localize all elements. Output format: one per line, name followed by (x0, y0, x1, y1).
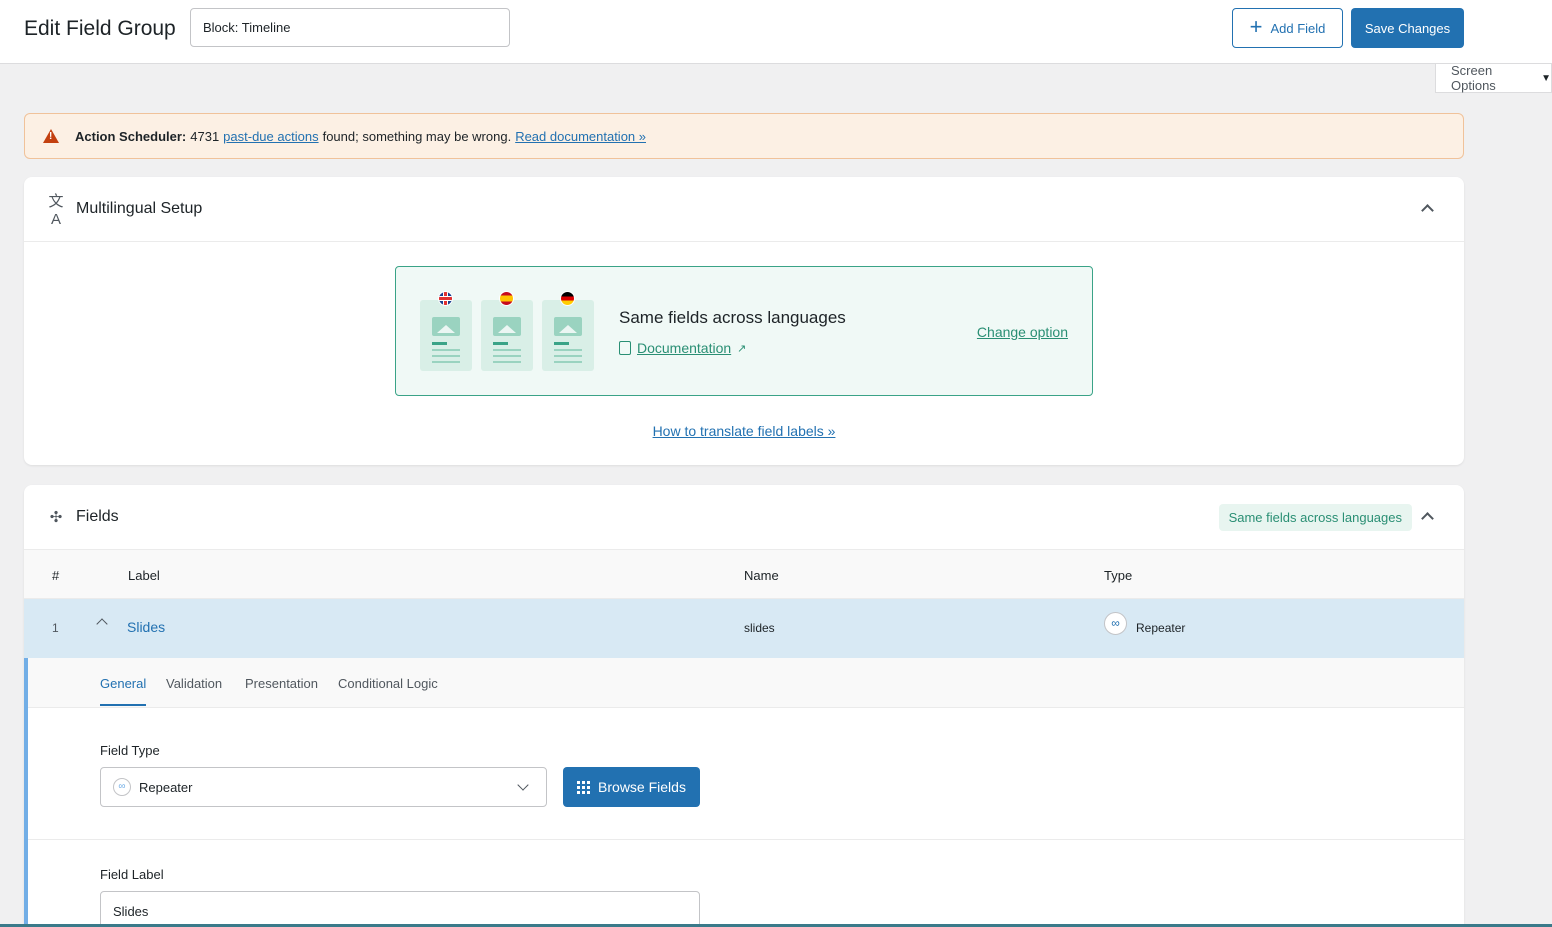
warning-icon (43, 129, 59, 143)
divider (28, 839, 1464, 840)
field-group-title-input[interactable] (190, 8, 510, 47)
notice-count: 4731 (190, 128, 220, 144)
language-mode-badge: Same fields across languages (1218, 504, 1412, 531)
tab-validation[interactable]: Validation (166, 676, 222, 704)
notice-prefix: Action Scheduler: (75, 128, 187, 144)
germany-flag-icon (560, 291, 575, 306)
field-order-number: 1 (52, 621, 59, 635)
field-label-link[interactable]: Slides (127, 619, 165, 635)
column-type: Type (1104, 568, 1133, 583)
column-label: Label (128, 568, 160, 583)
fields-panel-header[interactable]: ✣ Fields Same fields across languages (24, 485, 1464, 550)
field-label-input[interactable] (100, 891, 700, 927)
browse-fields-button[interactable]: Browse Fields (563, 767, 700, 807)
tab-conditional-logic[interactable]: Conditional Logic (338, 676, 438, 704)
action-scheduler-notice: Action Scheduler: 4731 past-due actions … (24, 113, 1464, 159)
fields-table-header: # Label Name Type (24, 550, 1464, 599)
field-settings: General Validation Presentation Conditio… (24, 658, 1464, 927)
field-name: slides (744, 621, 775, 635)
external-link-icon: ↗ (737, 342, 747, 355)
documentation-label: Documentation (637, 340, 732, 356)
documentation-link[interactable]: Documentation ↗ (619, 340, 746, 356)
chevron-up-icon[interactable] (96, 618, 108, 630)
notice-message: found; something may be wrong. (322, 128, 512, 144)
table-row[interactable]: 1 Slides slides ∞ Repeater (24, 599, 1464, 658)
column-name: Name (744, 568, 779, 583)
multilingual-setup-panel: 文A Multilingual Setup Same fields across… (24, 177, 1464, 465)
page-title: Edit Field Group (24, 17, 176, 40)
puzzle-icon: ✣ (49, 509, 63, 526)
multilingual-title: Multilingual Setup (76, 200, 203, 217)
repeater-icon: ∞ (113, 778, 131, 796)
read-documentation-link[interactable]: Read documentation » (515, 129, 646, 144)
change-option-link[interactable]: Change option (977, 324, 1068, 340)
column-number: # (52, 568, 60, 583)
field-type-label: Field Type (100, 743, 160, 758)
browse-fields-label: Browse Fields (598, 779, 686, 795)
past-due-actions-link[interactable]: past-due actions (223, 129, 318, 144)
chevron-down-icon (517, 779, 529, 791)
screen-options-label: Screen Options (1451, 63, 1496, 93)
spain-flag-icon (499, 291, 514, 306)
caret-down-icon: ▼ (1541, 72, 1551, 84)
how-to-translate-link[interactable]: How to translate field labels » (24, 423, 1464, 439)
top-bar: Edit Field Group + Add Field Save Change… (0, 0, 1552, 64)
document-illustration (542, 291, 594, 371)
plus-icon: + (1249, 14, 1263, 39)
tab-presentation[interactable]: Presentation (245, 676, 318, 704)
field-type: Repeater (1136, 621, 1186, 635)
uk-flag-icon (438, 291, 453, 306)
tab-general[interactable]: General (100, 676, 147, 706)
save-changes-button[interactable]: Save Changes (1351, 8, 1464, 48)
chevron-up-icon[interactable] (1421, 512, 1434, 525)
document-illustration (420, 291, 472, 371)
multilingual-panel-header[interactable]: 文A Multilingual Setup (24, 177, 1464, 242)
translate-icon: 文A (48, 193, 64, 228)
settings-tabs: General Validation Presentation Conditio… (28, 658, 1464, 708)
add-field-button[interactable]: + Add Field (1232, 8, 1343, 48)
add-field-label: Add Field (1270, 20, 1326, 36)
field-label-heading: Field Label (100, 867, 164, 882)
language-option-card: Same fields across languages Documentati… (395, 266, 1093, 396)
repeater-icon: ∞ (1104, 612, 1127, 635)
field-type-value: Repeater (139, 779, 193, 795)
grid-icon (577, 780, 591, 794)
fields-title: Fields (76, 508, 119, 525)
document-illustration (481, 291, 533, 371)
language-option-title: Same fields across languages (619, 308, 846, 327)
document-icon (619, 341, 631, 355)
screen-options-button[interactable]: Screen Options ▼ (1435, 63, 1552, 93)
field-type-select[interactable]: ∞ Repeater (100, 767, 547, 807)
fields-panel: ✣ Fields Same fields across languages # … (24, 485, 1464, 927)
chevron-up-icon[interactable] (1421, 204, 1434, 217)
